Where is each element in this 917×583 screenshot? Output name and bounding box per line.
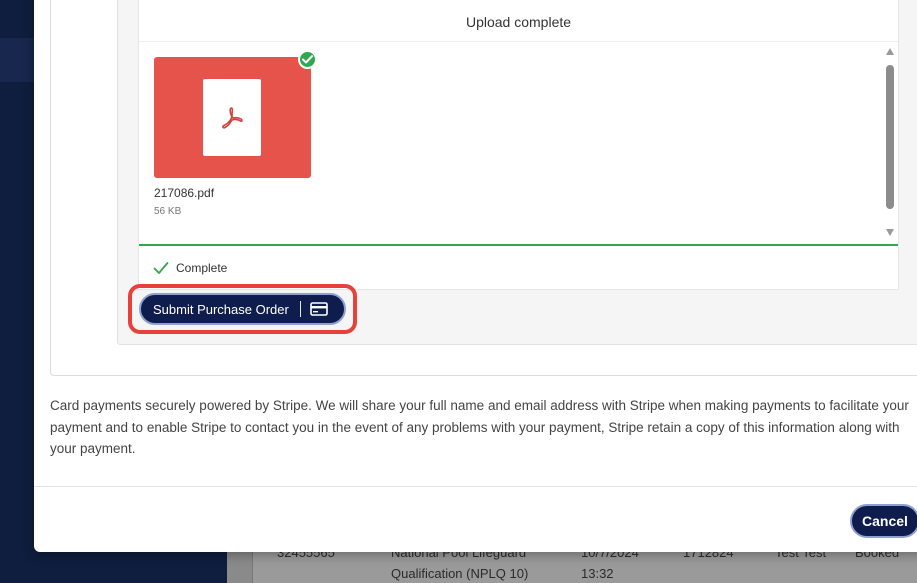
upload-status-title: Upload complete <box>465 13 572 30</box>
file-size: 56 KB <box>154 206 182 217</box>
credit-card-icon <box>310 302 328 316</box>
button-divider <box>299 301 301 317</box>
submit-button-label: Submit Purchase Order <box>153 301 289 317</box>
file-list-scrollbar[interactable] <box>883 48 897 238</box>
bg-cell-time: 13:32 <box>581 566 614 581</box>
cancel-button-label: Cancel <box>862 513 908 529</box>
file-uploader: Upload complete 217086.pdf 56 KB Complet… <box>138 0 899 290</box>
scroll-down-arrow-icon[interactable] <box>886 229 894 236</box>
checkmark-icon <box>153 262 169 274</box>
payment-modal: Upload complete 217086.pdf 56 KB Complet… <box>34 0 917 552</box>
payment-card: Upload complete 217086.pdf 56 KB Complet… <box>50 0 917 376</box>
bg-cell-course-2: Qualification (NPLQ 10) <box>391 566 529 581</box>
uploader-header: Upload complete <box>139 0 898 42</box>
upload-success-check-icon <box>298 50 317 69</box>
file-name: 217086.pdf <box>154 186 215 200</box>
upload-status-text: Complete <box>176 261 228 275</box>
footer-divider <box>34 486 917 487</box>
scrollbar-thumb[interactable] <box>886 65 894 209</box>
cancel-button[interactable]: Cancel <box>850 504 917 538</box>
stripe-disclaimer: Card payments securely powered by Stripe… <box>50 398 909 456</box>
submit-purchase-order-button[interactable]: Submit Purchase Order <box>139 293 346 325</box>
pdf-icon <box>203 79 261 156</box>
scroll-up-arrow-icon[interactable] <box>886 48 894 55</box>
file-thumbnail[interactable] <box>154 57 311 178</box>
